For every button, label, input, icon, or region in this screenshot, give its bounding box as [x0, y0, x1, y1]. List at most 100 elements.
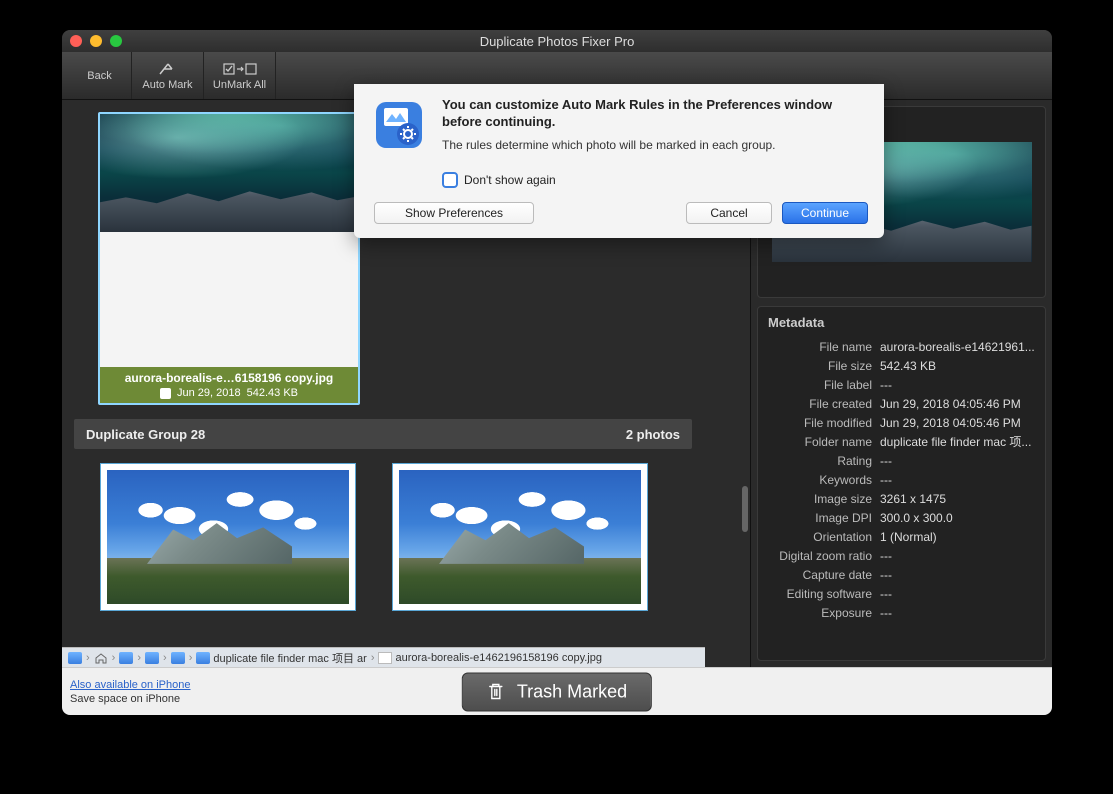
dont-show-label: Don't show again — [464, 173, 556, 187]
chevron-right-icon: › — [189, 652, 193, 664]
cancel-label: Cancel — [710, 206, 747, 220]
thumbnail-image — [107, 470, 349, 604]
metadata-key: File size — [768, 357, 880, 376]
metadata-row: File label--- — [768, 376, 1035, 395]
chevron-right-icon: › — [86, 652, 90, 664]
selected-photo-card[interactable]: aurora-borealis-e…6158196 copy.jpg Jun 2… — [98, 112, 360, 405]
metadata-row: Orientation1 (Normal) — [768, 528, 1035, 547]
show-preferences-button[interactable]: Show Preferences — [374, 202, 534, 224]
metadata-row: File size542.43 KB — [768, 357, 1035, 376]
iphone-link[interactable]: Also available on iPhone — [70, 679, 190, 691]
automark-label: Auto Mark — [142, 79, 192, 91]
metadata-row: Keywords--- — [768, 471, 1035, 490]
metadata-value: 1 (Normal) — [880, 528, 1035, 547]
bc-folder[interactable] — [145, 652, 159, 664]
breadcrumb: › › › › › duplicate file finder mac 项目 a… — [62, 647, 705, 667]
metadata-value: --- — [880, 566, 1035, 585]
metadata-key: Folder name — [768, 433, 880, 452]
show-preferences-label: Show Preferences — [405, 206, 503, 220]
metadata-value: --- — [880, 471, 1035, 490]
bc-home[interactable] — [94, 652, 108, 664]
unmark-icon — [223, 61, 257, 77]
iphone-subtext: Save space on iPhone — [70, 693, 180, 705]
bc-folder[interactable] — [119, 652, 133, 664]
metadata-key: Image size — [768, 490, 880, 509]
app-window: Duplicate Photos Fixer Pro Back Auto Mar… — [62, 30, 1052, 715]
metadata-value: 3261 x 1475 — [880, 490, 1035, 509]
continue-button[interactable]: Continue — [782, 202, 868, 224]
metadata-key: Orientation — [768, 528, 880, 547]
metadata-row: Editing software--- — [768, 585, 1035, 604]
footer-links: Also available on iPhone Save space on i… — [62, 678, 190, 706]
photo-size: 542.43 KB — [247, 387, 298, 399]
photo-blank-area — [100, 232, 358, 367]
dont-show-row: Don't show again — [442, 172, 868, 188]
metadata-key: Capture date — [768, 566, 880, 585]
thumbnail-1[interactable] — [100, 463, 356, 611]
metadata-row: Image DPI300.0 x 300.0 — [768, 509, 1035, 528]
metadata-key: Rating — [768, 452, 880, 471]
metadata-key: Keywords — [768, 471, 880, 490]
trash-marked-button[interactable]: Trash Marked — [462, 672, 652, 711]
photo-caption: aurora-borealis-e…6158196 copy.jpg Jun 2… — [100, 367, 358, 403]
bc-folder-label: duplicate file finder mac 项目 ar — [213, 650, 366, 666]
folder-icon — [145, 652, 159, 664]
metadata-value: Jun 29, 2018 04:05:46 PM — [880, 395, 1035, 414]
metadata-key: Exposure — [768, 604, 880, 623]
minimize-icon[interactable] — [90, 35, 102, 47]
automark-dialog: You can customize Auto Mark Rules in the… — [354, 84, 884, 238]
chevron-right-icon: › — [163, 652, 167, 664]
metadata-value: --- — [880, 452, 1035, 471]
thumbnail-2[interactable] — [392, 463, 648, 611]
bc-file[interactable]: aurora-borealis-e1462196158196 copy.jpg — [378, 652, 602, 664]
metadata-value: 300.0 x 300.0 — [880, 509, 1035, 528]
bc-folder[interactable] — [171, 652, 185, 664]
folder-icon — [119, 652, 133, 664]
dont-show-checkbox[interactable] — [442, 172, 458, 188]
dialog-info: The rules determine which photo will be … — [442, 138, 868, 152]
scrollbar-handle[interactable] — [742, 486, 748, 532]
back-label: Back — [87, 70, 111, 82]
metadata-row: Digital zoom ratio--- — [768, 547, 1035, 566]
group-header[interactable]: Duplicate Group 28 2 photos — [74, 419, 692, 449]
metadata-key: File name — [768, 338, 880, 357]
automark-icon — [158, 61, 178, 77]
app-icon — [370, 96, 428, 154]
metadata-row: Folder nameduplicate file finder mac 项..… — [768, 433, 1035, 452]
photo-thumbnail — [100, 114, 358, 232]
metadata-row: Image size3261 x 1475 — [768, 490, 1035, 509]
chevron-right-icon: › — [137, 652, 141, 664]
bc-root[interactable] — [68, 652, 82, 664]
group-thumbnails — [100, 463, 742, 611]
home-icon — [94, 652, 108, 664]
bc-folder-named[interactable]: duplicate file finder mac 项目 ar — [196, 650, 366, 666]
automark-button[interactable]: Auto Mark — [132, 52, 204, 99]
continue-label: Continue — [801, 206, 849, 220]
close-icon[interactable] — [70, 35, 82, 47]
metadata-key: Image DPI — [768, 509, 880, 528]
metadata-value: --- — [880, 376, 1035, 395]
folder-icon — [196, 652, 210, 664]
dialog-title: You can customize Auto Mark Rules in the… — [442, 96, 868, 130]
mark-checkbox[interactable] — [160, 388, 171, 399]
metadata-row: File nameaurora-borealis-e14621961... — [768, 338, 1035, 357]
metadata-value: Jun 29, 2018 04:05:46 PM — [880, 414, 1035, 433]
window-title: Duplicate Photos Fixer Pro — [62, 34, 1052, 49]
metadata-key: File label — [768, 376, 880, 395]
unmarkall-label: UnMark All — [213, 79, 266, 91]
cancel-button[interactable]: Cancel — [686, 202, 772, 224]
file-icon — [378, 652, 392, 664]
metadata-row: Capture date--- — [768, 566, 1035, 585]
metadata-row: File createdJun 29, 2018 04:05:46 PM — [768, 395, 1035, 414]
maximize-icon[interactable] — [110, 35, 122, 47]
metadata-key: Editing software — [768, 585, 880, 604]
thumbnail-image — [399, 470, 641, 604]
unmarkall-button[interactable]: UnMark All — [204, 52, 276, 99]
metadata-header: Metadata — [768, 315, 1035, 330]
metadata-value: aurora-borealis-e14621961... — [880, 338, 1035, 357]
metadata-row: Rating--- — [768, 452, 1035, 471]
back-button[interactable]: Back — [68, 52, 132, 99]
metadata-value: --- — [880, 547, 1035, 566]
group-title: Duplicate Group 28 — [86, 427, 205, 442]
folder-icon — [171, 652, 185, 664]
